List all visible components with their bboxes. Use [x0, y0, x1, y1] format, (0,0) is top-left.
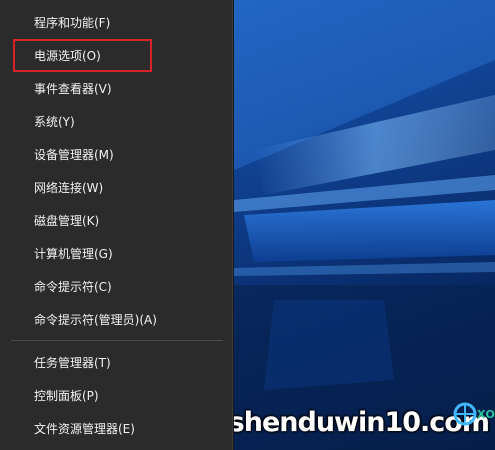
menu-separator: [11, 340, 223, 341]
menu-item-device-manager[interactable]: 设备管理器(M): [0, 141, 233, 169]
menu-item-command-prompt[interactable]: 命令提示符(C): [0, 273, 233, 301]
menu-item-programs-features[interactable]: 程序和功能(F): [0, 9, 233, 37]
menu-item-event-viewer[interactable]: 事件查看器(V): [0, 75, 233, 103]
svg-text:ХО: ХО: [477, 408, 495, 421]
windows-wallpaper-light-icon: [234, 0, 495, 450]
menu-item-power-options[interactable]: 电源选项(O): [0, 42, 233, 70]
screen: 程序和功能(F) 电源选项(O) 事件查看器(V) 系统(Y) 设备管理器(M)…: [0, 0, 495, 450]
menu-item-task-manager[interactable]: 任务管理器(T): [0, 349, 233, 377]
menu-item-control-panel[interactable]: 控制面板(P): [0, 382, 233, 410]
menu-item-file-explorer[interactable]: 文件资源管理器(E): [0, 415, 233, 443]
menu-item-disk-management[interactable]: 磁盘管理(K): [0, 207, 233, 235]
winx-context-menu: 程序和功能(F) 电源选项(O) 事件查看器(V) 系统(Y) 设备管理器(M)…: [0, 0, 233, 450]
menu-item-network-connections[interactable]: 网络连接(W): [0, 174, 233, 202]
desktop-wallpaper: shenduwin10.com ХО: [234, 0, 495, 450]
menu-item-computer-management[interactable]: 计算机管理(G): [0, 240, 233, 268]
menu-item-system[interactable]: 系统(Y): [0, 108, 233, 136]
menu-item-command-prompt-admin[interactable]: 命令提示符(管理员)(A): [0, 306, 233, 334]
globe-logo-icon: ХО: [453, 402, 495, 426]
